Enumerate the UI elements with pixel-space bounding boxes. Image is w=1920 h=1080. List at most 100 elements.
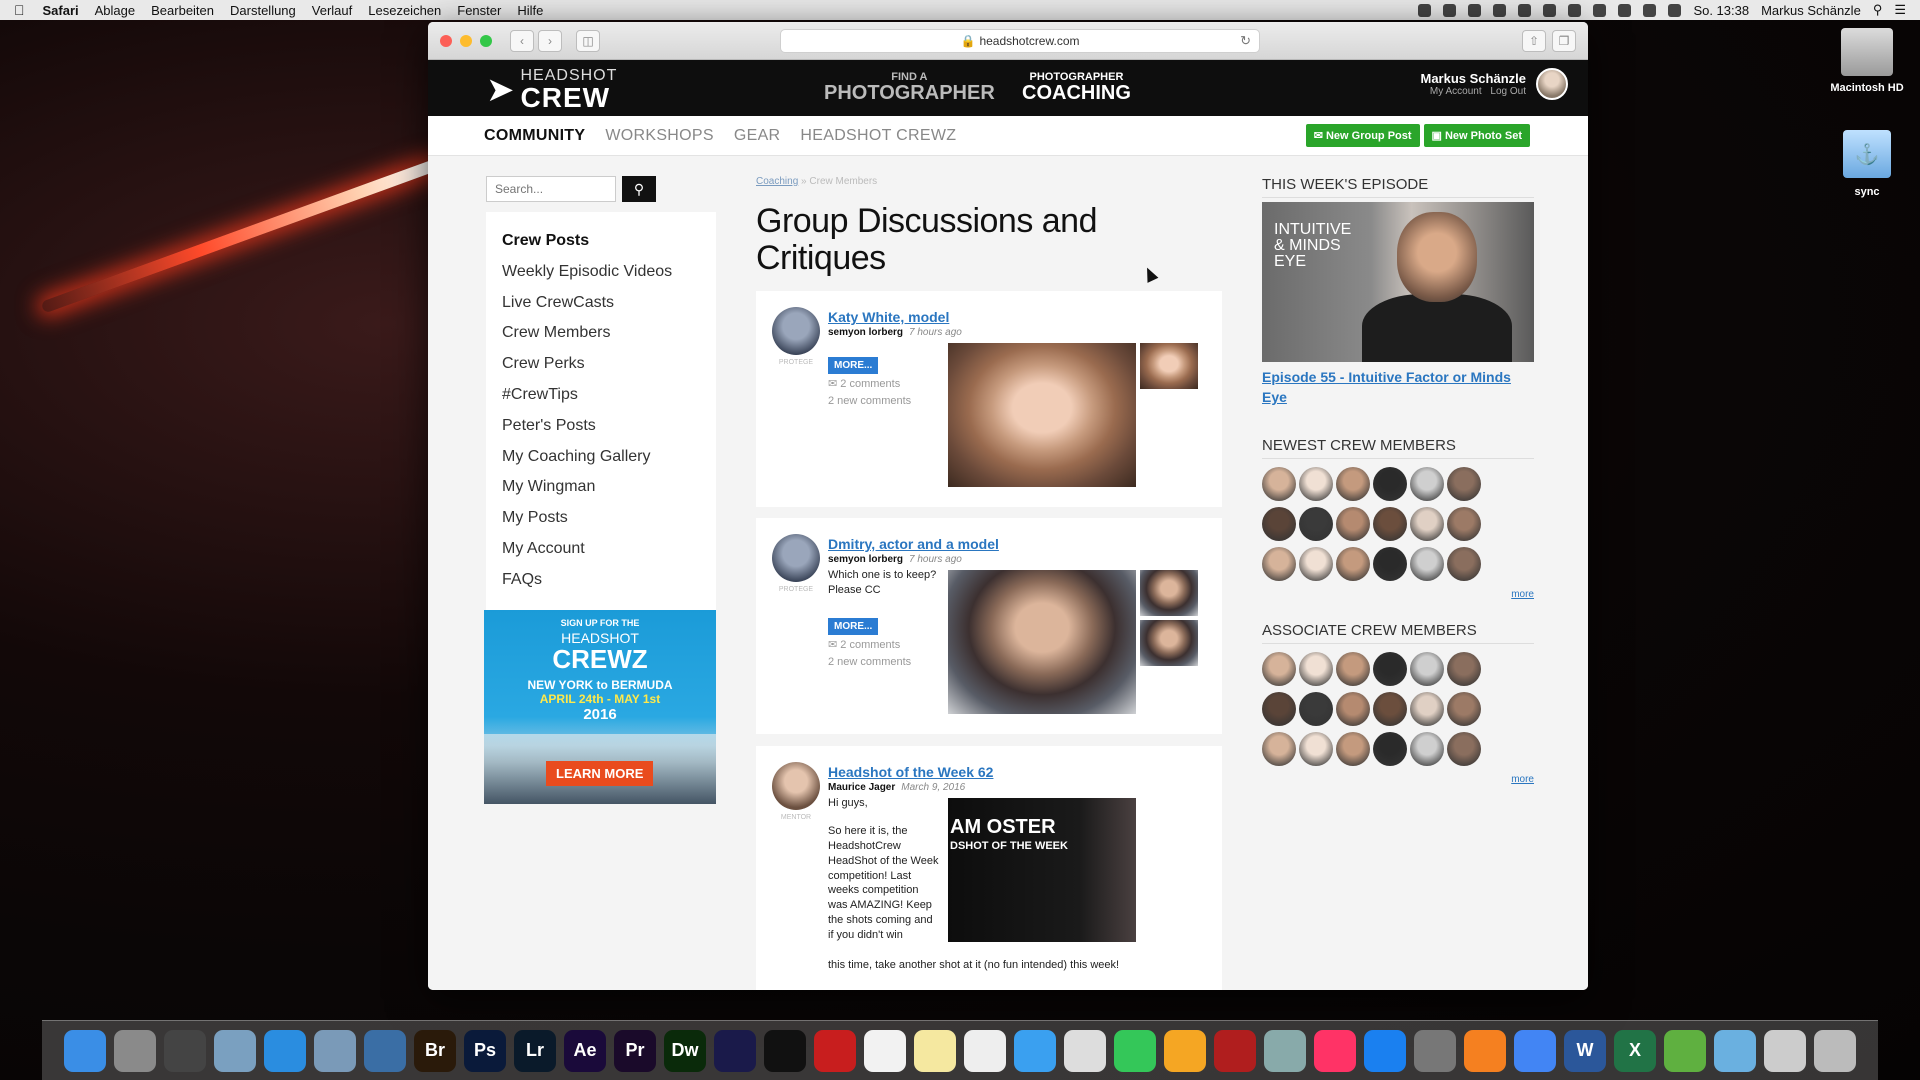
sidebar-item-live-crewcasts[interactable]: Live CrewCasts bbox=[502, 288, 700, 319]
dock-media-encoder-icon[interactable] bbox=[714, 1029, 756, 1072]
bluetooth-status-icon[interactable] bbox=[1618, 3, 1632, 17]
close-window-button[interactable] bbox=[440, 34, 452, 47]
newest-member-avatar[interactable] bbox=[1373, 507, 1407, 542]
newest-member-avatar[interactable] bbox=[1299, 467, 1333, 502]
vlc-status-icon[interactable] bbox=[1518, 3, 1532, 17]
log-out-link[interactable]: Log Out bbox=[1490, 86, 1526, 97]
dock-mission-control-icon[interactable] bbox=[164, 1029, 206, 1072]
associate-member-avatar[interactable] bbox=[1410, 732, 1444, 767]
dock-dw-icon[interactable]: Dw bbox=[664, 1029, 706, 1072]
sync-desktop-icon[interactable]: ⚓ sync bbox=[1822, 130, 1912, 198]
sidebar-item-faqs[interactable]: FAQs bbox=[502, 565, 700, 596]
associate-member-avatar[interactable] bbox=[1262, 652, 1296, 687]
menu-fenster[interactable]: Fenster bbox=[457, 3, 501, 18]
post-main-photo[interactable] bbox=[948, 343, 1136, 487]
newest-member-avatar[interactable] bbox=[1447, 507, 1481, 542]
sidebar-item-crew-posts[interactable]: Crew Posts bbox=[502, 226, 700, 257]
newest-member-avatar[interactable] bbox=[1262, 467, 1296, 502]
newest-member-avatar[interactable] bbox=[1299, 547, 1333, 582]
address-bar[interactable]: 🔒 headshotcrew.com ↻ bbox=[780, 28, 1260, 53]
post-thumb-photo[interactable] bbox=[1140, 570, 1198, 616]
macintosh-hd-desktop-icon[interactable]: Macintosh HD bbox=[1822, 28, 1912, 94]
dock-preview-icon[interactable] bbox=[214, 1029, 256, 1072]
episode-link[interactable]: Episode 55 - Intuitive Factor or Minds E… bbox=[1262, 368, 1534, 407]
menu-app-name[interactable]: Safari bbox=[43, 3, 79, 18]
sidebar-item-crewtips[interactable]: #CrewTips bbox=[502, 380, 700, 411]
menu-user[interactable]: Markus Schänzle bbox=[1761, 3, 1861, 18]
newest-member-avatar[interactable] bbox=[1373, 547, 1407, 582]
associate-member-avatar[interactable] bbox=[1373, 732, 1407, 767]
associate-member-avatar[interactable] bbox=[1373, 652, 1407, 687]
post-author-avatar[interactable] bbox=[772, 762, 820, 810]
tab-headshot-crewz[interactable]: HEADSHOT CREWZ bbox=[800, 127, 956, 145]
associate-member-avatar[interactable] bbox=[1447, 652, 1481, 687]
post-author-name[interactable]: semyon lorberg bbox=[828, 554, 903, 565]
newest-member-avatar[interactable] bbox=[1262, 547, 1296, 582]
newest-member-avatar[interactable] bbox=[1336, 547, 1370, 582]
associate-member-avatar[interactable] bbox=[1262, 732, 1296, 767]
dock-app-store-icon[interactable] bbox=[1364, 1029, 1406, 1072]
headshot-crew-logo[interactable]: ➤ HEADSHOT CREW bbox=[486, 68, 617, 112]
search-button[interactable]: ⚲ bbox=[622, 176, 656, 202]
associate-more-link[interactable]: more bbox=[1262, 774, 1534, 785]
dock-photos-icon[interactable] bbox=[1164, 1029, 1206, 1072]
menu-lesezeichen[interactable]: Lesezeichen bbox=[368, 3, 441, 18]
find-photographer-link[interactable]: FIND A PHOTOGRAPHER bbox=[824, 72, 995, 104]
minimize-window-button[interactable] bbox=[460, 34, 472, 47]
more-button[interactable]: MORE... bbox=[828, 357, 879, 374]
spotlight-icon[interactable]: ⚲ bbox=[1873, 2, 1883, 18]
post-thumb-photo[interactable] bbox=[1140, 343, 1198, 389]
new-comments-link[interactable]: 2 new comments bbox=[828, 656, 911, 668]
newest-member-avatar[interactable] bbox=[1336, 507, 1370, 542]
tab-community[interactable]: COMMUNITY bbox=[484, 127, 585, 145]
associate-member-avatar[interactable] bbox=[1262, 692, 1296, 727]
dock-filezilla-icon[interactable] bbox=[814, 1029, 856, 1072]
dock-w-icon[interactable]: W bbox=[1564, 1029, 1606, 1072]
dock-terminal-icon[interactable] bbox=[764, 1029, 806, 1072]
dock-mail-icon[interactable] bbox=[314, 1029, 356, 1072]
record-status-icon[interactable] bbox=[1418, 3, 1432, 17]
dock-facetime-icon[interactable] bbox=[1114, 1029, 1156, 1072]
sidebar-item-my-posts[interactable]: My Posts bbox=[502, 503, 700, 534]
dock-messages-icon[interactable] bbox=[1014, 1029, 1056, 1072]
episode-thumbnail[interactable]: INTUITIVE & MINDS EYE bbox=[1262, 202, 1534, 362]
back-button[interactable]: ‹ bbox=[510, 29, 534, 52]
volume-status-icon[interactable] bbox=[1668, 3, 1682, 17]
dock-finder-icon[interactable] bbox=[64, 1029, 106, 1072]
newest-member-avatar[interactable] bbox=[1373, 467, 1407, 502]
dock-image-capture-icon[interactable] bbox=[1264, 1029, 1306, 1072]
sidebar-item-weekly-episodic-videos[interactable]: Weekly Episodic Videos bbox=[502, 257, 700, 288]
notification-center-icon[interactable]: ☰ bbox=[1894, 2, 1906, 18]
post-author-avatar[interactable] bbox=[772, 307, 820, 355]
user-avatar[interactable] bbox=[1536, 68, 1568, 100]
zoom-window-button[interactable] bbox=[480, 34, 492, 47]
dock-trash-icon[interactable] bbox=[1814, 1029, 1856, 1072]
associate-member-avatar[interactable] bbox=[1410, 652, 1444, 687]
crewz-cruise-ad[interactable]: SIGN UP FOR THE HEADSHOT CREWZ NEW YORK … bbox=[484, 610, 716, 804]
sidebar-item-crew-members[interactable]: Crew Members bbox=[502, 318, 700, 349]
dock-vlc-icon[interactable] bbox=[1464, 1029, 1506, 1072]
sidebar-toggle-icon[interactable]: ◫ bbox=[576, 29, 600, 52]
drive-status-icon[interactable] bbox=[1468, 3, 1482, 17]
associate-member-avatar[interactable] bbox=[1299, 732, 1333, 767]
associate-member-avatar[interactable] bbox=[1373, 692, 1407, 727]
newest-member-avatar[interactable] bbox=[1447, 547, 1481, 582]
sidebar-item-my-coaching-gallery[interactable]: My Coaching Gallery bbox=[502, 442, 700, 473]
dock-ae-icon[interactable]: Ae bbox=[564, 1029, 606, 1072]
dock-photo-booth-icon[interactable] bbox=[1214, 1029, 1256, 1072]
comments-link[interactable]: ✉ 2 comments bbox=[828, 638, 900, 651]
newest-member-avatar[interactable] bbox=[1299, 507, 1333, 542]
forward-button[interactable]: › bbox=[538, 29, 562, 52]
associate-member-avatar[interactable] bbox=[1447, 732, 1481, 767]
associate-member-avatar[interactable] bbox=[1299, 652, 1333, 687]
my-account-link[interactable]: My Account bbox=[1430, 86, 1482, 97]
post-thumb-photo[interactable] bbox=[1140, 620, 1198, 666]
dock-1password-icon[interactable] bbox=[364, 1029, 406, 1072]
airplay-status-icon[interactable] bbox=[1568, 3, 1582, 17]
post-author-name[interactable]: semyon lorberg bbox=[828, 327, 903, 338]
newest-member-avatar[interactable] bbox=[1410, 467, 1444, 502]
menu-hilfe[interactable]: Hilfe bbox=[517, 3, 543, 18]
dock-folder-icon[interactable] bbox=[1714, 1029, 1756, 1072]
sidebar-item-my-wingman[interactable]: My Wingman bbox=[502, 472, 700, 503]
menu-bearbeiten[interactable]: Bearbeiten bbox=[151, 3, 214, 18]
